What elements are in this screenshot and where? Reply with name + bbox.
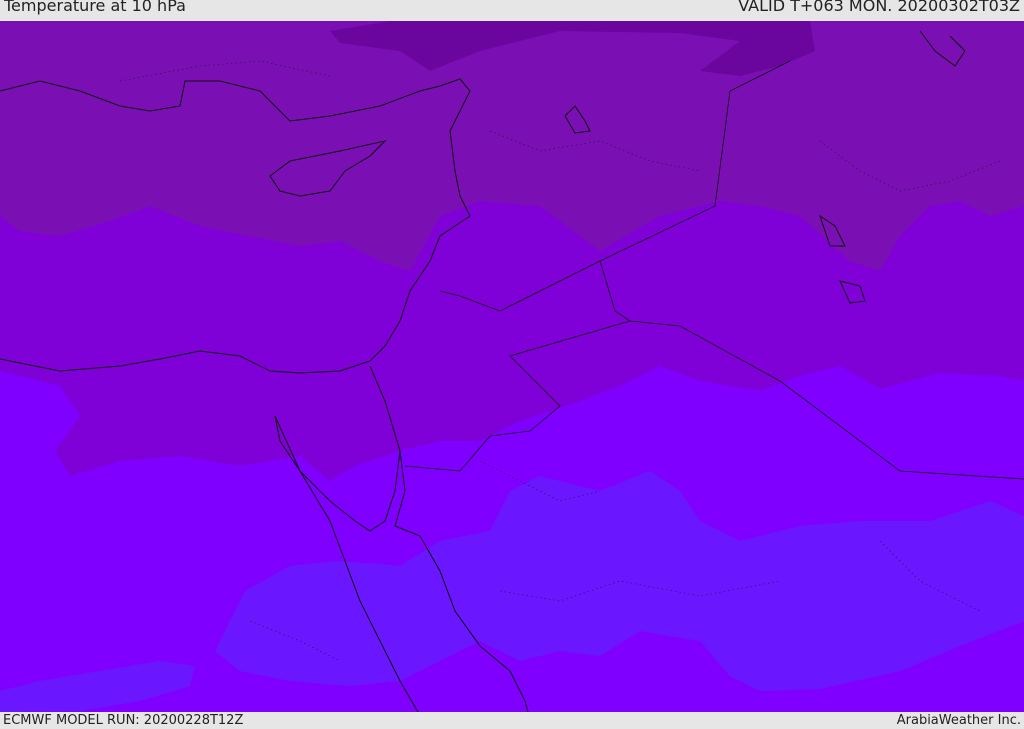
valid-time: VALID T+063 MON. 20200302T03Z [738,0,1020,15]
footer-bar: ECMWF MODEL RUN: 20200228T12Z ArabiaWeat… [0,712,1024,729]
map-title: Temperature at 10 hPa [4,0,186,15]
header-bar: Temperature at 10 hPa VALID T+063 MON. 2… [0,0,1024,21]
credit-label: ArabiaWeather Inc. [896,713,1021,728]
map-canvas [0,21,1024,712]
model-run-label: ECMWF MODEL RUN: 20200228T12Z [3,713,244,728]
weather-map[interactable] [0,21,1024,712]
